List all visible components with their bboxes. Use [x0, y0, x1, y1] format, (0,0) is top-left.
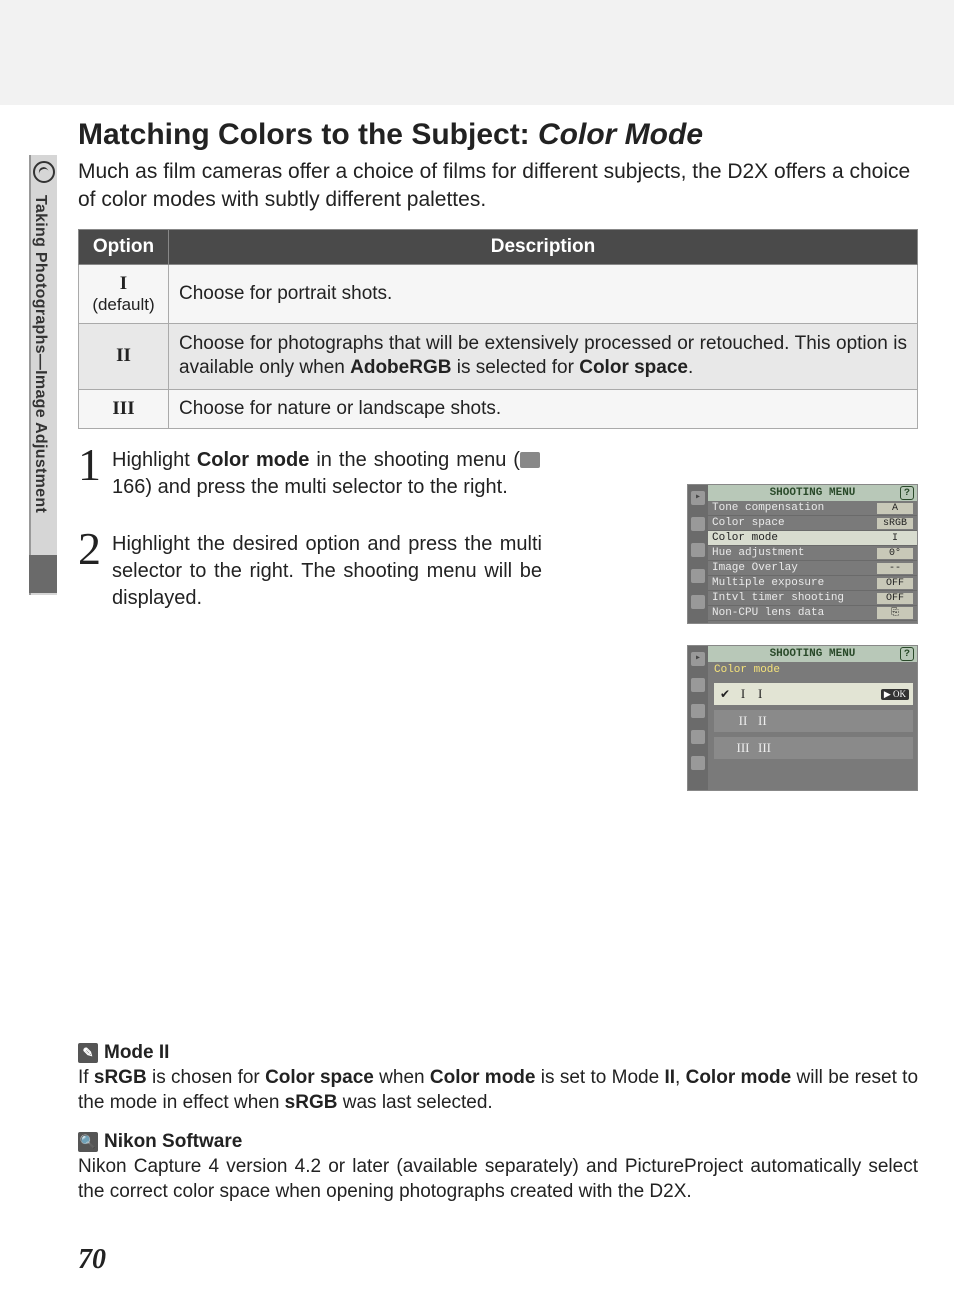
lcd-color-mode: ▸ SHOOTING MENU ? Color mode ✔ I I ▶ OK …: [687, 645, 918, 791]
magnifier-badge-icon: 🔍: [78, 1132, 98, 1152]
side-tab-dark-marker: [29, 555, 57, 593]
description-cell: Choose for nature or landscape shots.: [169, 390, 918, 429]
step-number: 1: [78, 447, 112, 501]
card-icon: [691, 756, 705, 770]
option-main: I: [89, 273, 158, 295]
ok-badge: ▶ OK: [881, 689, 909, 700]
table-head-option: Option: [79, 229, 169, 264]
step-text: Highlight the desired option and press t…: [112, 531, 542, 612]
option-cell: I (default): [79, 264, 169, 323]
wrench-icon: [691, 730, 705, 744]
help-icon: ?: [900, 647, 914, 661]
menu-row: Multiple exposureOFF: [708, 576, 917, 591]
check-icon: ✔: [720, 687, 734, 702]
pencil-icon: [691, 543, 705, 557]
play-icon: ▸: [691, 491, 705, 505]
camera-mode-icon: [33, 161, 55, 183]
color-mode-option: III III: [714, 737, 913, 759]
note-body: If sRGB is chosen for Color space when C…: [78, 1066, 918, 1115]
camera-icon: [691, 517, 705, 531]
note-body: Nikon Capture 4 version 4.2 or later (av…: [78, 1155, 918, 1204]
lcd-title: SHOOTING MENU: [770, 648, 856, 660]
option-cell: III: [79, 390, 169, 429]
camera-icon: [691, 678, 705, 692]
lcd-title: SHOOTING MENU: [770, 487, 856, 499]
chapter-side-tab: Taking Photographs—Image Adjustment: [29, 155, 57, 595]
menu-row-selected: Color modeI: [708, 531, 917, 546]
menu-row: Hue adjustment0°: [708, 546, 917, 561]
lcd-header: SHOOTING MENU ?: [708, 485, 917, 501]
page-heading: Matching Colors to the Subject: Color Mo…: [78, 118, 918, 152]
menu-row: Image Overlay--: [708, 561, 917, 576]
lcd-rows: Tone compensationA Color spacesRGB Color…: [708, 501, 917, 621]
page-number: 70: [78, 1244, 106, 1276]
top-gray-band: [0, 0, 954, 105]
description-cell: Choose for photographs that will be exte…: [169, 323, 918, 389]
note-heading: 🔍 Nikon Software: [78, 1131, 918, 1153]
lcd-side-tabs: ▸: [688, 485, 708, 623]
menu-row: Non-CPU lens data⎘: [708, 606, 917, 621]
option-cell: II: [79, 323, 169, 389]
table-row: III Choose for nature or landscape shots…: [79, 390, 918, 429]
page-content: Matching Colors to the Subject: Color Mo…: [78, 118, 918, 642]
lcd-header: SHOOTING MENU ?: [708, 646, 917, 662]
heading-prefix: Matching Colors to the Subject:: [78, 118, 538, 151]
pencil-badge-icon: ✎: [78, 1043, 98, 1063]
heading-italic: Color Mode: [538, 118, 703, 151]
option-main: III: [89, 398, 158, 420]
option-main: II: [89, 345, 158, 367]
lcd-shooting-menu: ▸ SHOOTING MENU ? Tone compensationA Col…: [687, 484, 918, 624]
menu-row: Color spacesRGB: [708, 516, 917, 531]
help-icon: ?: [900, 486, 914, 500]
table-head-description: Description: [169, 229, 918, 264]
options-table: Option Description I (default) Choose fo…: [78, 229, 918, 429]
side-tab-label: Taking Photographs—Image Adjustment: [31, 191, 49, 513]
option-sub: (default): [89, 295, 158, 315]
card-icon: [691, 595, 705, 609]
step-text: Highlight Color mode in the shooting men…: [112, 447, 542, 501]
pencil-icon: [691, 704, 705, 718]
color-mode-option: II II: [714, 710, 913, 732]
lcd-subtitle: Color mode: [708, 662, 917, 678]
wrench-icon: [691, 569, 705, 583]
menu-row: Tone compensationA: [708, 501, 917, 516]
table-row: I (default) Choose for portrait shots.: [79, 264, 918, 323]
note-title: Nikon Software: [104, 1131, 242, 1153]
table-row: II Choose for photographs that will be e…: [79, 323, 918, 389]
menu-row: Intvl timer shootingOFF: [708, 591, 917, 606]
note-title: Mode II: [104, 1042, 169, 1064]
step-number: 2: [78, 531, 112, 612]
color-mode-option: ✔ I I ▶ OK: [714, 683, 913, 705]
footnotes: ✎ Mode II If sRGB is chosen for Color sp…: [78, 1042, 918, 1221]
intro-paragraph: Much as film cameras offer a choice of f…: [78, 158, 918, 215]
cross-reference-icon: [520, 452, 540, 468]
note-heading: ✎ Mode II: [78, 1042, 918, 1064]
play-icon: ▸: [691, 652, 705, 666]
description-cell: Choose for portrait shots.: [169, 264, 918, 323]
lcd-side-tabs: ▸: [688, 646, 708, 790]
